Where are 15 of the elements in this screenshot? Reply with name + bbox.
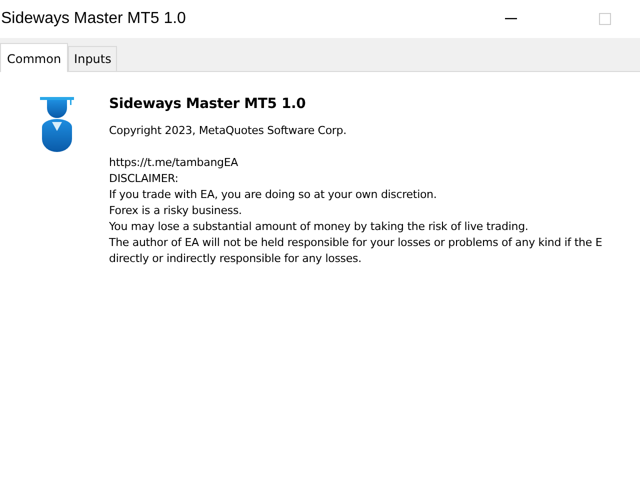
copyright-text: Copyright 2023, MetaQuotes Software Corp. [109, 123, 348, 139]
graduate-icon [40, 97, 74, 153]
tab[interactable]: Inputs [68, 46, 118, 71]
description-line: https://t.me/tambangEA [109, 155, 240, 171]
description-line: Forex is a risky business. [109, 203, 243, 219]
window-title: Sideways Master MT5 1.0 [1, 9, 186, 29]
minimize-icon [505, 18, 517, 20]
description-line: The author of EA will not be held responsible for your losses or problems of any kind if the E [109, 235, 602, 251]
description-line: DISCLAIMER: [109, 171, 180, 187]
tab[interactable]: Common [0, 43, 68, 72]
description-line: If you trade with EA, you are doing so at your own discretion. [109, 187, 438, 203]
program-name: Sideways Master MT5 1.0 [109, 95, 307, 114]
description-line: directly or indirectly responsible for any losses. [109, 251, 362, 267]
maximize-icon [599, 13, 611, 25]
description-line: You may lose a substantial amount of money by taking the risk of live trading. [109, 219, 530, 235]
